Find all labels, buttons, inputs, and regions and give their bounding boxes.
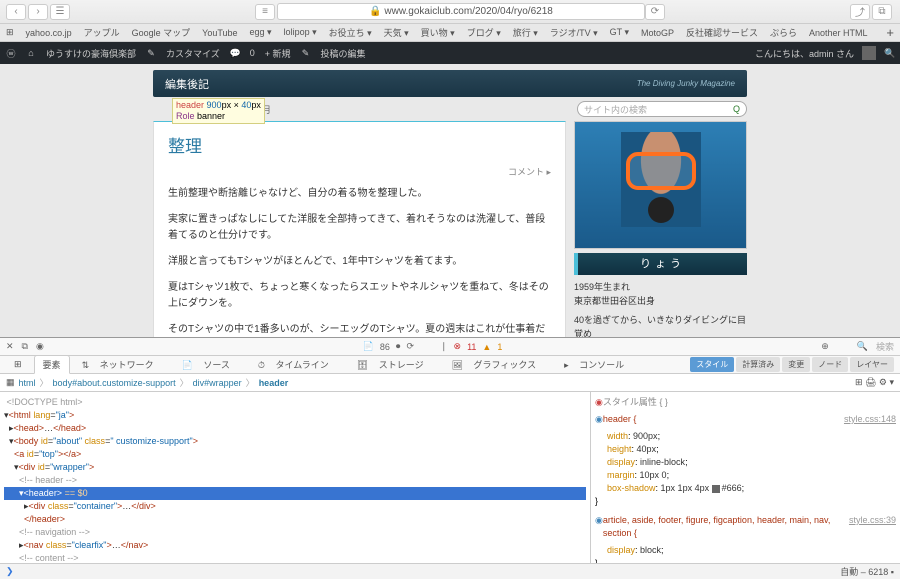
tab-sources[interactable]: 📄 ソース [174, 356, 246, 373]
error-count[interactable]: 11 [467, 342, 476, 352]
home-icon[interactable]: ⌂ [26, 48, 36, 58]
greeting[interactable]: こんにちは、admin さん [755, 47, 854, 60]
site-search[interactable]: サイト内の検索Q [577, 101, 747, 117]
back-button[interactable]: ‹ [6, 4, 26, 20]
sidebar: りょう 1959年生まれ 東京都世田谷区出身 40を過ぎてから、いきなりダイビン… [574, 121, 747, 337]
author-name: りょう [574, 253, 747, 275]
bookmarks-bar: ⊞ yahoo.co.jp アップル Google マップ YouTube eg… [0, 24, 900, 42]
new-link[interactable]: + 新規 [265, 47, 291, 60]
inspect-button[interactable]: ◉ [36, 341, 44, 352]
bookmark-item[interactable]: ラジオ/TV ▾ [550, 26, 598, 39]
layers-tab[interactable]: レイヤー [850, 357, 894, 372]
article-paragraph: 洋服と言ってもTシャツがほとんどで、1年中Tシャツを着てます。 [168, 254, 551, 270]
comments-icon[interactable]: 💬 [230, 48, 240, 59]
styles-tab[interactable]: スタイル [690, 357, 734, 372]
target-button[interactable]: ⊕ [821, 341, 829, 352]
bookmark-item[interactable]: ブログ ▾ [467, 26, 501, 39]
warning-count[interactable]: 1 [497, 342, 502, 352]
devtools-search[interactable]: 検索 [876, 340, 894, 353]
article-paragraph: 実家に置きっぱなしにしてた洋服を全部持ってきて、着れそうなのは洗濯して、普段着て… [168, 212, 551, 244]
url-bar[interactable]: 🔒 www.gokaiclub.com/2020/04/ryo/6218 [277, 3, 645, 20]
tab-network[interactable]: ⇅ ネットワーク [74, 356, 170, 373]
safari-toolbar: ‹ › ☰ ≡ 🔒 www.gokaiclub.com/2020/04/ryo/… [0, 0, 900, 24]
bookmark-item[interactable]: GT ▾ [610, 27, 629, 38]
reload-button[interactable]: ⟳ [406, 341, 414, 352]
banner-title: 編集後記 [165, 76, 209, 92]
status-bar: ❯ 自動 – 6218 ▪ [0, 563, 900, 579]
comment-link[interactable]: コメント ▸ [168, 165, 551, 178]
site-banner: 編集後記 The Diving Junky Magazine [153, 70, 747, 97]
tab-storage[interactable]: 🗄 ストレージ [349, 356, 440, 373]
styles-pane[interactable]: ◉ スタイル属性 { } ◉ header {style.css:148 wid… [590, 392, 900, 563]
bookmarks-grid-icon[interactable]: ⊞ [6, 27, 14, 38]
bookmark-item[interactable]: 天気 ▾ [384, 26, 409, 39]
record-button[interactable]: ⏺ [396, 341, 401, 352]
bookmark-item[interactable]: ぷらら [770, 26, 797, 39]
bio-line: 東京都世田谷区出身 [574, 295, 747, 309]
banner-subtitle: The Diving Junky Magazine [637, 79, 735, 88]
bookmark-item[interactable]: 反社確認サービス [686, 26, 758, 39]
console-prompt[interactable]: ❯ [6, 566, 14, 577]
new-tab-button[interactable]: + [886, 25, 894, 40]
resource-count: 86 [380, 342, 390, 352]
bookmark-item[interactable]: yahoo.co.jp [26, 28, 72, 38]
search-icon[interactable]: 🔍 [884, 48, 894, 59]
customize-icon: ✎ [146, 48, 156, 59]
customize-link[interactable]: カスタマイズ [166, 47, 220, 60]
bio-line: 40を過ぎてから、いきなりダイビングに目覚め [574, 314, 747, 337]
sidebar-button[interactable]: ☰ [50, 4, 70, 20]
edit-icon: ✎ [301, 48, 311, 59]
edit-post-link[interactable]: 投稿の編集 [321, 47, 366, 60]
close-devtools-button[interactable]: ✕ [6, 341, 14, 352]
tab-timeline[interactable]: ⏱ タイムライン [250, 356, 345, 373]
wp-admin-bar: ⓦ ⌂ ゆうすけの豪海倶楽部 ✎ カスタマイズ 💬 0 + 新規 ✎ 投稿の編集 こん… [0, 42, 900, 64]
wp-logo-icon[interactable]: ⓦ [6, 47, 16, 60]
tabs-button[interactable]: ⧉ [872, 4, 892, 20]
tab-elements[interactable]: 要素 [34, 355, 70, 374]
resources-icon[interactable]: 📄 [363, 341, 374, 352]
avatar[interactable] [862, 46, 876, 60]
dock-button[interactable]: ⧉ [22, 341, 28, 352]
bookmark-item[interactable]: アップル [84, 26, 120, 39]
devtools: ✕ ⧉ ◉ 📄86 ⏺ ⟳ ❘ ⊗11 ▲1 ⊕ 🔍検索 ⊞ 要素 ⇅ ネットワ… [0, 337, 900, 563]
article-paragraph: 夏はTシャツ1枚で、ちょっと寒くなったらスエットやネルシャツを重ねて、冬はその上… [168, 280, 551, 312]
bookmark-item[interactable]: Google マップ [132, 26, 191, 39]
bookmark-item[interactable]: YouTube [202, 28, 237, 38]
forward-button[interactable]: › [28, 4, 48, 20]
computed-tab[interactable]: 計算済み [736, 357, 780, 372]
bookmark-item[interactable]: MotoGP [641, 28, 674, 38]
bookmark-item[interactable]: 買い物 ▾ [421, 26, 455, 39]
comments-count: 0 [250, 48, 255, 58]
article: 整理 コメント ▸ 生前整理や断捨離じゃなけど、自分の着る物を整理した。 実家に… [153, 121, 566, 337]
tab-graphics[interactable]: 🖼 グラフィックス [444, 356, 553, 373]
bookmark-item[interactable]: lolipop ▾ [284, 27, 317, 38]
bookmark-item[interactable]: お役立ち ▾ [329, 26, 372, 39]
grid-icon[interactable]: ⊞ [6, 357, 30, 372]
bookmark-item[interactable]: 旅行 ▾ [513, 26, 538, 39]
author-photo [574, 121, 747, 249]
article-title: 整理 [168, 132, 551, 157]
bookmark-item[interactable]: Another HTML [809, 28, 868, 38]
bookmark-item[interactable]: egg ▾ [250, 27, 272, 38]
reader-button[interactable]: ≡ [255, 4, 275, 20]
dom-breadcrumb[interactable]: ▦ html〉 body#about.customize-support〉 di… [0, 374, 900, 392]
tab-console[interactable]: ▸ コンソール [556, 356, 640, 373]
inspector-tooltip: header 900px × 40px Role banner [172, 98, 265, 124]
article-paragraph: そのTシャツの中で1番多いのが、シーエッグのTシャツ。夏の週末はこれが仕事着だし… [168, 322, 551, 337]
node-tab[interactable]: ノード [812, 357, 848, 372]
site-name[interactable]: ゆうすけの豪海倶楽部 [46, 47, 136, 60]
status-right: 自動 – 6218 ▪ [840, 565, 894, 578]
changes-tab[interactable]: 変更 [782, 357, 810, 372]
article-paragraph: 生前整理や断捨離じゃなけど、自分の着る物を整理した。 [168, 186, 551, 202]
search-icon[interactable]: Q [733, 104, 740, 114]
reload-button[interactable]: ⟳ [645, 4, 665, 20]
bio-line: 1959年生まれ [574, 281, 747, 295]
page-content: 編集後記 The Diving Junky Magazine header 90… [0, 64, 900, 337]
share-button[interactable]: ⤴ [850, 4, 870, 20]
dom-tree[interactable]: <!DOCTYPE html> ▾<html lang="ja"> ▸<head… [0, 392, 590, 563]
